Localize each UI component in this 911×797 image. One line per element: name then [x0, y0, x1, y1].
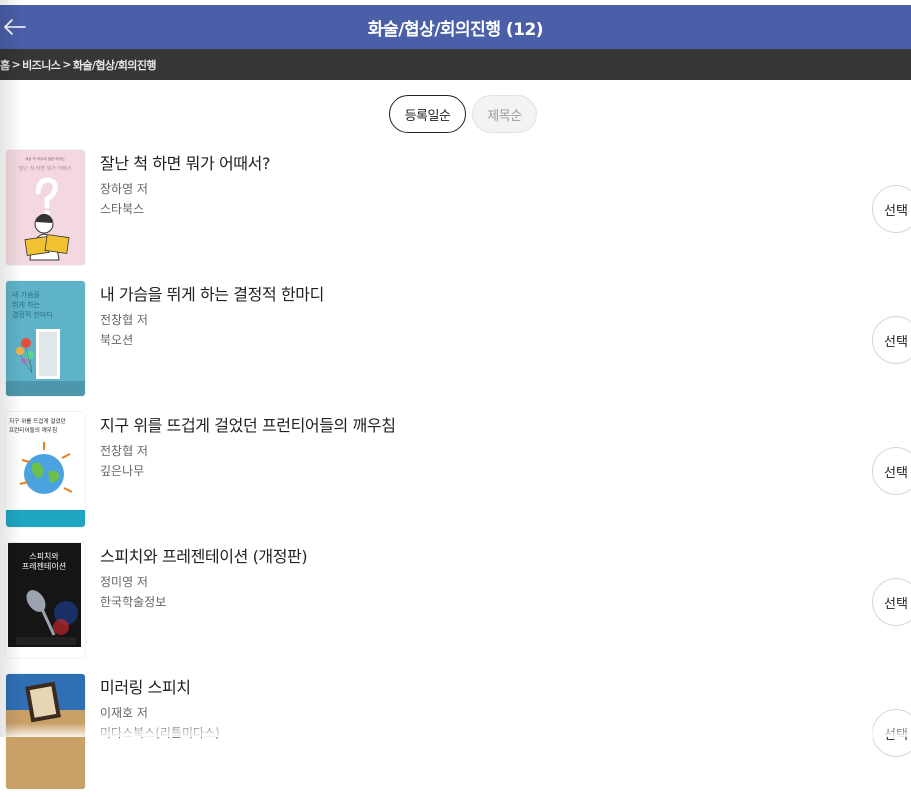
cover-title-line1: 지구 위를 뜨겁게 걸었던	[9, 417, 66, 425]
sort-toggle: 등록일순 제목순	[389, 95, 537, 133]
arrow-left-icon	[4, 19, 26, 35]
book-cover-image[interactable]	[6, 674, 85, 789]
book-title[interactable]: 지구 위를 뜨겁게 걸었던 프런티어들의 깨우침	[100, 412, 396, 436]
book-author: 전창협 저	[100, 313, 148, 327]
cover-title-line2: 프레젠테이션	[22, 561, 66, 571]
sort-by-date-button[interactable]: 등록일순	[389, 95, 466, 133]
book-cover-image[interactable]: 세상 속 모두에 질문 하라는 잘난 척 하면 뭐가 어때서	[6, 150, 85, 265]
book-author: 정미영 저	[100, 575, 148, 589]
book-publisher: 스타북스	[100, 202, 145, 216]
book-title[interactable]: 스피치와 프레젠테이션 (개정판)	[100, 543, 308, 567]
book-author: 이재호 저	[100, 706, 148, 720]
book-item[interactable]: 스피치와 프레젠테이션 스피치와 프레젠테이션 (개정판) 정미영 저 한국학술…	[0, 535, 911, 666]
breadcrumb-business[interactable]: 비즈니스	[22, 57, 61, 73]
select-button[interactable]: 선택	[872, 316, 911, 364]
book-cover-image[interactable]: 내 가슴을 뛰게 하는 지구 위를 뜨겁게 걸었던 결정적 한마디	[6, 281, 85, 396]
back-button[interactable]	[2, 13, 28, 41]
book-title[interactable]: 잘난 척 하면 뭐가 어때서?	[100, 150, 270, 174]
breadcrumb-separator: >	[62, 58, 71, 71]
page-title: 화술/협상/회의진행 (12)	[367, 19, 544, 40]
book-item[interactable]: 미러링 스피치 이재호 저 미다스북스(리틀미다스) 선택	[0, 666, 911, 797]
cover-title-line3: 결정적 한마디	[12, 310, 53, 319]
book-item[interactable]: 내 가슴을 뛰게 하는 지구 위를 뜨겁게 걸었던 결정적 한마디 내 가슴을 …	[0, 273, 911, 404]
breadcrumb-current: 화술/협상/회의진행	[72, 58, 157, 72]
book-author: 장하영 저	[100, 182, 148, 196]
cover-title-line1: 스피치와	[29, 551, 59, 561]
select-button[interactable]: 선택	[872, 578, 911, 626]
cover-title-line2: 뛰게 하는	[12, 300, 41, 309]
book-list: 세상 속 모두에 질문 하라는 잘난 척 하면 뭐가 어때서 잘난 척 하면 뭐…	[0, 142, 911, 797]
book-title[interactable]: 미러링 스피치	[100, 674, 191, 698]
select-button[interactable]: 선택	[872, 709, 911, 757]
app-header: 화술/협상/회의진행 (12)	[0, 5, 911, 49]
cover-title-line2: 프런티어들의 깨우침	[9, 426, 57, 434]
breadcrumb: 홈 > 비즈니스 > 화술/협상/회의진행	[0, 49, 911, 80]
book-cover-image[interactable]: 지구 위를 뜨겁게 걸었던 프런티어들의 깨우침	[6, 412, 85, 527]
book-author: 전창협 저	[100, 444, 148, 458]
book-publisher: 미다스북스(리틀미다스)	[100, 726, 220, 740]
breadcrumb-separator: >	[11, 58, 21, 71]
book-item[interactable]: 지구 위를 뜨겁게 걸었던 프런티어들의 깨우침 지구 위를 뜨겁게 걸었던 프…	[0, 404, 911, 535]
select-button[interactable]: 선택	[872, 185, 911, 233]
breadcrumb-home[interactable]: 홈	[0, 57, 10, 73]
sort-by-title-button[interactable]: 제목순	[472, 95, 537, 133]
book-publisher: 북오션	[100, 333, 134, 347]
book-publisher: 한국학술정보	[100, 595, 167, 609]
book-item[interactable]: 세상 속 모두에 질문 하라는 잘난 척 하면 뭐가 어때서 잘난 척 하면 뭐…	[0, 142, 911, 273]
cover-note: 세상 속 모두에 질문 하라는	[25, 156, 66, 161]
book-title[interactable]: 내 가슴을 뛰게 하는 결정적 한마디	[100, 281, 324, 305]
book-cover-image[interactable]: 스피치와 프레젠테이션	[6, 543, 85, 658]
cover-title: 잘난 척 하면 뭐가 어때서	[19, 165, 71, 172]
book-publisher: 깊은나무	[100, 464, 145, 478]
select-button[interactable]: 선택	[872, 447, 911, 495]
cover-title-line1: 내 가슴을	[12, 290, 41, 299]
